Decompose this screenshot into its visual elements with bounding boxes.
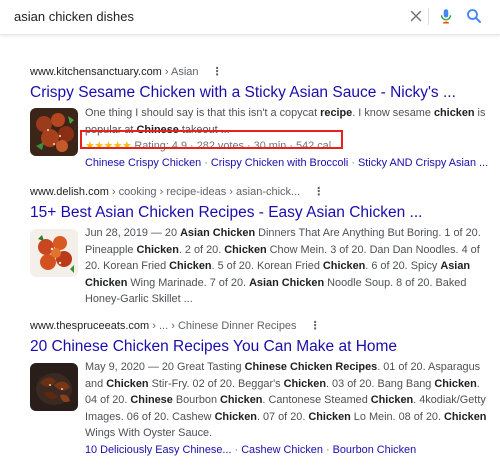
cite-path: › cooking › recipe-ideas › asian-chick..… <box>108 186 301 198</box>
snippet-bold-text: Chicken <box>224 243 267 256</box>
snippet-text: Jun 28, 2019 — 20 <box>85 227 181 239</box>
search-result: www.kitchensanctuary.com › Asian ⋮ Crisp… <box>30 65 490 171</box>
snippet-text: May 9, 2020 — 20 Great Tasting <box>85 361 245 373</box>
result-thumbnail[interactable] <box>30 229 78 277</box>
search-input[interactable] <box>14 6 374 26</box>
more-options-icon[interactable]: ⋮ <box>212 65 223 79</box>
snippet-bold-text: Chicken <box>169 260 212 272</box>
search-result: www.delish.com › cooking › recipe-ideas … <box>30 185 490 308</box>
sitelink-separator: · <box>351 156 358 169</box>
snippet-text: . 07 of 20. <box>256 410 309 423</box>
snippet-bold-text: Asian Chicken <box>249 276 325 289</box>
result-thumbnail[interactable] <box>30 108 78 156</box>
snippet-text: . I know sesame <box>352 107 434 119</box>
snippet-bold-text: Chicken <box>283 377 326 390</box>
snippet-text: . Cantonese Steamed <box>262 394 371 406</box>
snippet-bold-text: Chinese <box>130 394 173 406</box>
sitelink[interactable]: Bourbon Chicken <box>333 444 417 456</box>
snippet-bold-text: Chicken <box>434 377 477 390</box>
result-sitelinks: 10 Deliciously Easy Chinese... · Cashew … <box>85 442 490 458</box>
cite-path: › Asian <box>161 66 199 78</box>
result-thumbnail[interactable] <box>30 363 78 411</box>
snippet-text: Wing Marinade. 7 of 20. <box>127 276 250 289</box>
more-options-icon[interactable]: ⋮ <box>310 319 321 333</box>
snippet-bold-text: Chinese Chicken Recipes <box>244 361 378 373</box>
result-title-link[interactable]: 20 Chinese Chicken Recipes You Can Make … <box>30 337 490 356</box>
snippet-text: . 5 of 20. Korean Fried <box>211 260 323 272</box>
snippet-text: . 6 of 20. Spicy <box>365 260 441 272</box>
cite-domain: www.thespruceeats.com <box>30 320 150 332</box>
search-icon[interactable] <box>465 7 483 25</box>
result-snippet: May 9, 2020 — 20 Great Tasting Chinese C… <box>85 359 490 442</box>
search-result: www.thespruceeats.com › ... › Chinese Di… <box>30 319 490 458</box>
close-icon[interactable] <box>407 7 425 25</box>
result-cite: www.thespruceeats.com › ... › Chinese Di… <box>30 319 490 333</box>
result-title-link[interactable]: 15+ Best Asian Chicken Recipes - Easy As… <box>30 203 490 222</box>
snippet-bold-text: Chicken <box>308 410 351 423</box>
snippet-text: Bourbon <box>172 394 221 406</box>
snippet-bold-text: Chicken <box>370 394 414 406</box>
result-cite: www.kitchensanctuary.com › Asian ⋮ <box>30 65 490 79</box>
sitelink-separator: · <box>325 443 333 456</box>
snippet-text: Lo Mein. 08 of 20. <box>350 410 445 423</box>
result-cite: www.delish.com › cooking › recipe-ideas … <box>30 185 490 199</box>
snippet-bold-text: recipe <box>320 107 353 119</box>
sitelink[interactable]: Crispy Chicken with Broccoli <box>211 157 348 169</box>
cite-domain: www.kitchensanctuary.com <box>30 66 162 78</box>
search-bar <box>0 0 500 35</box>
sitelink[interactable]: Sticky AND Crispy Asian ... <box>358 157 488 169</box>
snippet-text: One thing I should say is that this isn'… <box>85 107 321 119</box>
result-body: May 9, 2020 — 20 Great Tasting Chinese C… <box>30 359 490 458</box>
sitelink[interactable]: Chinese Crispy Chicken <box>85 157 201 169</box>
snippet-bold-text: chicken <box>433 107 475 119</box>
snippet-bold-text: Chicken <box>322 260 366 272</box>
snippet-text: Stir-Fry. 02 of 20. Beggar's <box>148 377 284 390</box>
result-title-link[interactable]: Crispy Sesame Chicken with a Sticky Asia… <box>30 83 490 102</box>
snippet-text: Wings With Oyster Sauce. <box>85 427 213 439</box>
rating-highlight-box <box>80 130 343 149</box>
cite-domain: www.delish.com <box>30 186 109 198</box>
result-snippet: Jun 28, 2019 — 20 Asian Chicken Dinners … <box>85 225 490 308</box>
more-options-icon[interactable]: ⋮ <box>313 185 324 199</box>
cite-path: › ... › Chinese Dinner Recipes <box>149 320 297 332</box>
snippet-bold-text: Chicken <box>220 394 263 406</box>
result-body: Jun 28, 2019 — 20 Asian Chicken Dinners … <box>30 225 490 308</box>
snippet-bold-text: Chicken <box>136 243 179 256</box>
snippet-bold-text: Chicken <box>444 410 487 423</box>
result-sitelinks: Chinese Crispy Chicken · Crispy Chicken … <box>85 155 490 171</box>
snippet-bold-text: Chicken <box>214 410 257 423</box>
search-bar-divider <box>428 8 429 25</box>
sitelink-separator: · <box>204 156 211 169</box>
snippet-bold-text: Asian Chicken <box>180 227 256 239</box>
snippet-bold-text: Chicken <box>106 377 149 390</box>
snippet-text: . 2 of 20. <box>178 243 225 256</box>
snippet-text: . 03 of 20. Bang Bang <box>326 377 435 390</box>
sitelink[interactable]: Cashew Chicken <box>241 444 323 456</box>
sitelink[interactable]: 10 Deliciously Easy Chinese... <box>85 444 232 456</box>
microphone-icon[interactable] <box>437 7 455 25</box>
